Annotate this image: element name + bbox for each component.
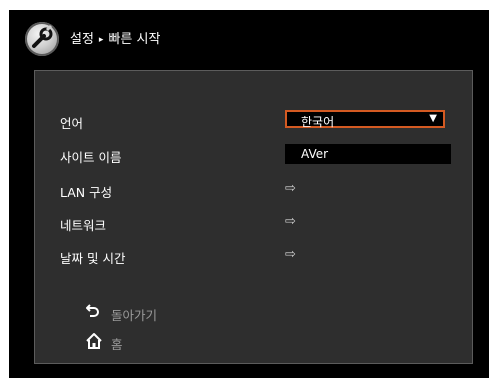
breadcrumb-root[interactable]: 설정 bbox=[70, 32, 94, 47]
arrow-right-icon: ⇨ bbox=[285, 181, 296, 196]
site-name-label: 사이트 이름 bbox=[60, 150, 122, 165]
network-label: 네트워크 bbox=[60, 218, 107, 233]
breadcrumb-current: 빠른 시작 bbox=[108, 32, 161, 47]
site-name-value: AVer bbox=[301, 147, 329, 161]
site-name-field[interactable]: AVer bbox=[285, 144, 451, 164]
language-row[interactable]: 언어 한국어 ▼ bbox=[60, 110, 445, 132]
language-dropdown-value: 한국어 bbox=[301, 115, 335, 129]
back-label: 돌아가기 bbox=[111, 308, 158, 323]
breadcrumb: 설정 ▸ 빠른 시작 bbox=[70, 28, 160, 47]
arrow-right-icon: ⇨ bbox=[285, 214, 296, 229]
lan-settings-label: LAN 구성 bbox=[60, 185, 113, 200]
lan-settings-row[interactable]: LAN 구성 ⇨ bbox=[60, 179, 430, 201]
settings-screen: 설정 ▸ 빠른 시작 언어 한국어 ▼ 사이트 이름 AVer LAN 구성 ⇨ bbox=[9, 10, 489, 378]
quick-start-panel: 언어 한국어 ▼ 사이트 이름 AVer LAN 구성 ⇨ 네트워크 ⇨ 날짜 … bbox=[34, 70, 473, 364]
home-button[interactable]: 홈 bbox=[85, 332, 225, 352]
language-label: 언어 bbox=[60, 116, 84, 131]
back-arrow-icon bbox=[85, 303, 101, 323]
site-name-row[interactable]: 사이트 이름 AVer bbox=[60, 144, 451, 166]
date-time-label: 날짜 및 시간 bbox=[60, 251, 126, 266]
home-label: 홈 bbox=[111, 337, 123, 352]
wrench-icon bbox=[25, 22, 59, 56]
arrow-right-icon: ⇨ bbox=[285, 247, 296, 262]
back-button[interactable]: 돌아가기 bbox=[85, 303, 225, 323]
date-time-row[interactable]: 날짜 및 시간 ⇨ bbox=[60, 245, 430, 267]
language-dropdown[interactable]: 한국어 ▼ bbox=[285, 110, 445, 129]
breadcrumb-separator: ▸ bbox=[98, 35, 104, 45]
chevron-down-icon: ▼ bbox=[429, 113, 437, 124]
network-row[interactable]: 네트워크 ⇨ bbox=[60, 212, 430, 234]
home-icon bbox=[85, 332, 103, 354]
